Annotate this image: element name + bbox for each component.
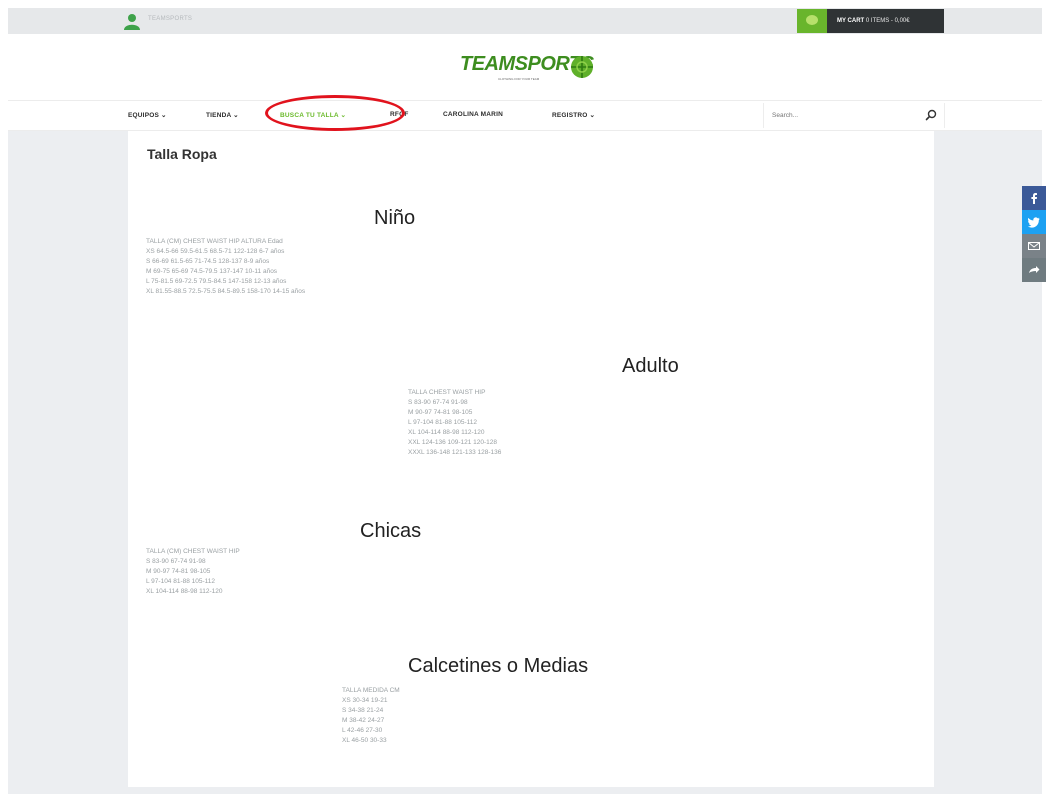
size-table-chicas: TALLA (CM) CHEST WAIST HIP S 83-90 67-74… (146, 547, 240, 597)
size-row: TALLA (CM) CHEST WAIST HIP ALTURA Edad (146, 238, 283, 245)
main-navigation: EQUIPOS ⌄ TIENDA ⌄ BUSCA TU TALLA ⌄ RFGF… (8, 100, 1042, 131)
section-heading-chicas: Chicas (360, 520, 422, 542)
user-icon[interactable] (123, 12, 141, 30)
twitter-share-button[interactable] (1022, 210, 1046, 234)
size-table-adulto: TALLA CHEST WAIST HIP S 83-90 67-74 91-9… (408, 388, 501, 458)
size-row: L 42-46 27-30 (342, 727, 383, 734)
twitter-icon (1028, 217, 1040, 228)
size-table-nino: TALLA (CM) CHEST WAIST HIP ALTURA Edad X… (146, 237, 305, 297)
nav-item-rfgf[interactable]: RFGF (390, 111, 409, 118)
size-row: XS 64.5-66 59.5-61.5 68.5-71 122-128 6-7… (146, 248, 285, 255)
size-row: M 69-75 65-69 74.5-79.5 137-147 10-11 añ… (146, 268, 278, 275)
search-box (763, 103, 945, 128)
cart-icon[interactable] (797, 9, 827, 33)
size-row: TALLA MEDIDA CM (342, 687, 400, 694)
cart-label: MY CART (837, 18, 865, 24)
top-bar: TEAMSPORTS MY CART 0 ITEMS - 0,00€ (8, 8, 1042, 34)
size-row: TALLA CHEST WAIST HIP (408, 389, 486, 396)
email-share-button[interactable] (1022, 234, 1046, 258)
share-button[interactable] (1022, 258, 1046, 282)
ball-icon (571, 56, 593, 78)
cart-items-count: 0 ITEMS - 0,00€ (865, 18, 910, 24)
size-row: XL 104-114 88-98 112-120 (408, 429, 485, 436)
size-row: L 75-81.5 69-72.5 79.5-84.5 147-158 12-1… (146, 278, 287, 285)
search-icon[interactable] (924, 108, 938, 122)
size-row: XXXL 136-148 121-133 128-136 (408, 449, 502, 456)
size-row: M 90-97 74-81 98-105 (408, 409, 473, 416)
size-row: M 38-42 24-27 (342, 717, 385, 724)
size-row: XL 81.55-88.5 72.5-75.5 84.5-89.5 158-17… (146, 288, 306, 295)
page-title: Talla Ropa (147, 146, 217, 162)
cart-summary[interactable]: MY CART 0 ITEMS - 0,00€ (827, 9, 944, 33)
size-row: XS 30-34 19-21 (342, 697, 388, 704)
size-row: M 90-97 74-81 98-105 (146, 568, 211, 575)
size-row: S 83-90 67-74 91-98 (408, 399, 468, 406)
size-row: XL 104-114 88-98 112-120 (146, 588, 223, 595)
size-row: S 34-38 21-24 (342, 707, 384, 714)
facebook-share-button[interactable] (1022, 186, 1046, 210)
nav-item-carolina-marin[interactable]: CAROLINA MARIN (443, 111, 503, 118)
section-heading-adulto: Adulto (622, 355, 679, 377)
share-icon (1029, 266, 1040, 273)
size-row: L 97-104 81-88 105-112 (146, 578, 216, 585)
search-input[interactable] (772, 109, 912, 121)
logo-tagline: CLOTHING FOR YOUR TEAM (498, 77, 540, 81)
facebook-icon (1031, 193, 1037, 204)
nav-item-busca-tu-talla[interactable]: BUSCA TU TALLA ⌄ (280, 111, 346, 119)
section-heading-calcetines: Calcetines o Medias (408, 655, 589, 677)
section-heading-nino: Niño (374, 207, 416, 229)
size-row: S 83-90 67-74 91-98 (146, 558, 206, 565)
nav-item-registro[interactable]: REGISTRO ⌄ (552, 111, 595, 119)
size-row: S 66-69 61.5-65 71-74.5 128-137 8-9 años (146, 258, 270, 265)
email-icon (1028, 242, 1040, 250)
user-account-link[interactable]: TEAMSPORTS (148, 16, 192, 22)
size-row: XXL 124-136 109-121 120-128 (408, 439, 498, 446)
nav-item-tienda[interactable]: TIENDA ⌄ (206, 111, 239, 119)
nav-item-equipos[interactable]: EQUIPOS ⌄ (128, 111, 167, 119)
size-table-calcetines: TALLA MEDIDA CM XS 30-34 19-21 S 34-38 2… (342, 686, 400, 746)
size-row: XL 46-50 30-33 (342, 737, 387, 744)
size-row: L 97-104 81-88 105-112 (408, 419, 478, 426)
size-row: TALLA (CM) CHEST WAIST HIP (146, 548, 240, 555)
content-area (128, 131, 934, 787)
